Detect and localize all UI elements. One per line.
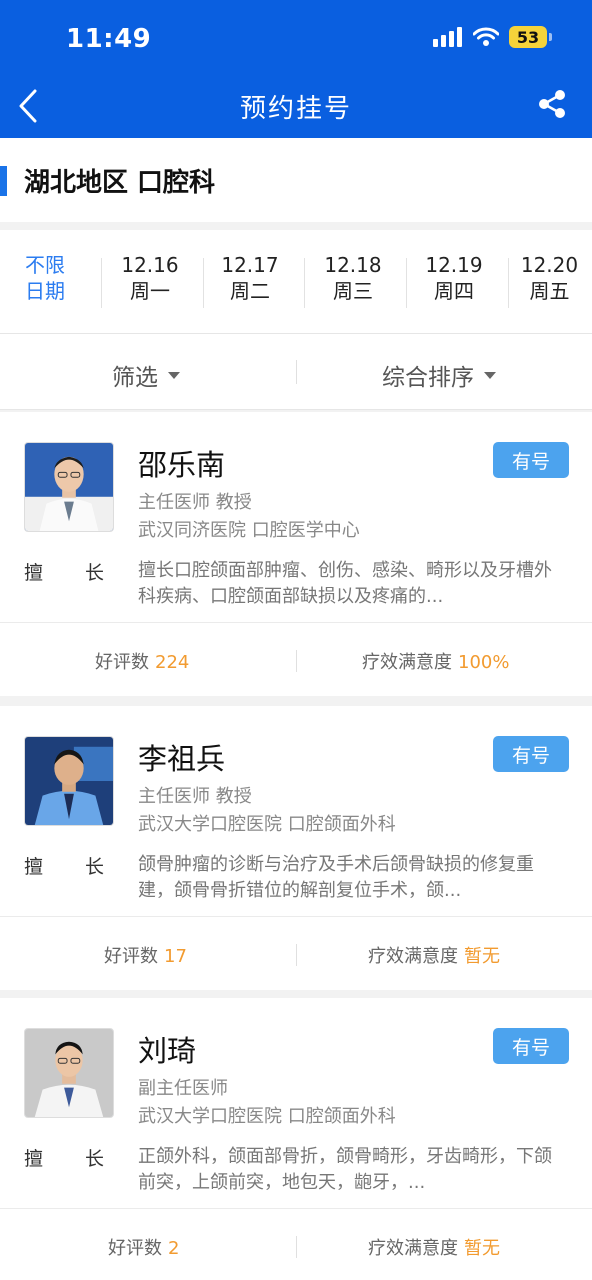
satisfaction-rate: 疗效满意度 暂无 bbox=[368, 946, 500, 967]
page-title: 预约挂号 bbox=[239, 94, 352, 124]
date-any-option[interactable]: 不限 日期 bbox=[0, 252, 90, 304]
date-option[interactable]: 12.16 周一 bbox=[100, 252, 200, 304]
date-option[interactable]: 12.17 周二 bbox=[200, 252, 300, 304]
date-option[interactable]: 12.18 周三 bbox=[303, 252, 403, 304]
date-option[interactable]: 12.19 周四 bbox=[404, 252, 504, 304]
doctor-card[interactable]: 李祖兵 有号 主任医师 教授 武汉大学口腔医院 口腔颌面外科 擅 长 颌骨肿瘤的… bbox=[0, 706, 592, 990]
status-time: 11:49 bbox=[66, 24, 152, 54]
availability-badge[interactable]: 有号 bbox=[493, 442, 569, 478]
status-icons: 53 bbox=[433, 26, 552, 48]
share-icon bbox=[539, 90, 565, 118]
sort-dropdown[interactable]: 综合排序 bbox=[382, 358, 496, 392]
wifi-icon bbox=[473, 27, 499, 46]
reviews-count: 好评数 17 bbox=[104, 946, 187, 967]
doctor-name: 李祖兵 bbox=[138, 742, 226, 776]
date-any-line2: 日期 bbox=[25, 279, 65, 303]
date-weekday: 周四 bbox=[434, 279, 474, 303]
specialty-label: 擅 长 bbox=[24, 856, 104, 878]
specialty-text: 颌骨肿瘤的诊断与治疗及手术后颌骨缺损的修复重建，颌骨骨折错位的解剖复位手术，颌.… bbox=[138, 854, 534, 901]
availability-badge[interactable]: 有号 bbox=[493, 1028, 569, 1064]
region-accent-bar bbox=[0, 166, 7, 196]
doctor-avatar bbox=[24, 1028, 114, 1118]
satisfaction-rate: 疗效满意度 100% bbox=[362, 652, 510, 673]
date-weekday: 周二 bbox=[230, 279, 270, 303]
date-selector: 不限 日期 12.16 周一 12.17 周二 12.18 周三 12.19 周… bbox=[0, 230, 592, 334]
date-value: 12.20 bbox=[520, 253, 579, 277]
caret-down-icon bbox=[484, 371, 496, 379]
specialty-text: 正颌外科，颌面部骨折，颌骨畸形，牙齿畸形，下颌前突，上颌前突，地包天，龅牙，..… bbox=[138, 1146, 552, 1193]
date-option[interactable]: 12.20 周五 bbox=[507, 252, 592, 304]
doctor-card[interactable]: 邵乐南 有号 主任医师 教授 武汉同济医院 口腔医学中心 擅 长 擅长口腔颌面部… bbox=[0, 412, 592, 696]
doctor-title: 主任医师 教授 bbox=[138, 492, 252, 513]
doctor-avatar bbox=[24, 736, 114, 826]
doctor-title: 主任医师 教授 bbox=[138, 786, 252, 807]
satisfaction-rate: 疗效满意度 暂无 bbox=[368, 1238, 500, 1259]
doctor-name: 邵乐南 bbox=[138, 448, 226, 482]
doctor-title: 副主任医师 bbox=[138, 1078, 228, 1099]
date-value: 12.19 bbox=[425, 253, 483, 277]
region-header: 湖北地区 口腔科 bbox=[0, 138, 592, 222]
doctor-name: 刘琦 bbox=[138, 1034, 197, 1068]
specialty-label: 擅 长 bbox=[24, 1148, 104, 1170]
availability-badge[interactable]: 有号 bbox=[493, 736, 569, 772]
doctor-avatar bbox=[24, 442, 114, 532]
doctor-hospital: 武汉大学口腔医院 口腔颌面外科 bbox=[138, 1106, 396, 1127]
date-value: 12.18 bbox=[324, 253, 382, 277]
sort-label: 综合排序 bbox=[382, 365, 474, 391]
date-weekday: 周一 bbox=[130, 279, 170, 303]
filter-dropdown[interactable]: 筛选 bbox=[112, 358, 180, 392]
cellular-signal-icon bbox=[433, 27, 462, 47]
share-button[interactable] bbox=[536, 88, 568, 120]
date-weekday: 周五 bbox=[529, 279, 570, 303]
specialty-label: 擅 长 bbox=[24, 562, 104, 584]
date-any-line1: 不限 bbox=[25, 253, 65, 277]
caret-down-icon bbox=[168, 371, 180, 379]
doctor-hospital: 武汉同济医院 口腔医学中心 bbox=[138, 520, 360, 541]
reviews-count: 好评数 224 bbox=[95, 652, 190, 673]
top-bar: 11:49 53 预约挂号 bbox=[0, 0, 592, 138]
date-value: 12.16 bbox=[121, 253, 179, 277]
filter-bar: 筛选 综合排序 bbox=[0, 334, 592, 410]
doctor-hospital: 武汉大学口腔医院 口腔颌面外科 bbox=[138, 814, 396, 835]
battery-icon: 53 bbox=[509, 26, 552, 48]
filter-label: 筛选 bbox=[112, 365, 158, 391]
region-title: 湖北地区 口腔科 bbox=[24, 168, 216, 198]
doctor-card[interactable]: 刘琦 有号 副主任医师 武汉大学口腔医院 口腔颌面外科 擅 长 正颌外科，颌面部… bbox=[0, 998, 592, 1280]
reviews-count: 好评数 2 bbox=[108, 1238, 180, 1259]
date-value: 12.17 bbox=[221, 253, 279, 277]
specialty-text: 擅长口腔颌面部肿瘤、创伤、感染、畸形以及牙槽外科疾病、口腔颌面部缺损以及疼痛的.… bbox=[138, 560, 552, 607]
date-weekday: 周三 bbox=[333, 279, 373, 303]
battery-level: 53 bbox=[509, 26, 547, 48]
